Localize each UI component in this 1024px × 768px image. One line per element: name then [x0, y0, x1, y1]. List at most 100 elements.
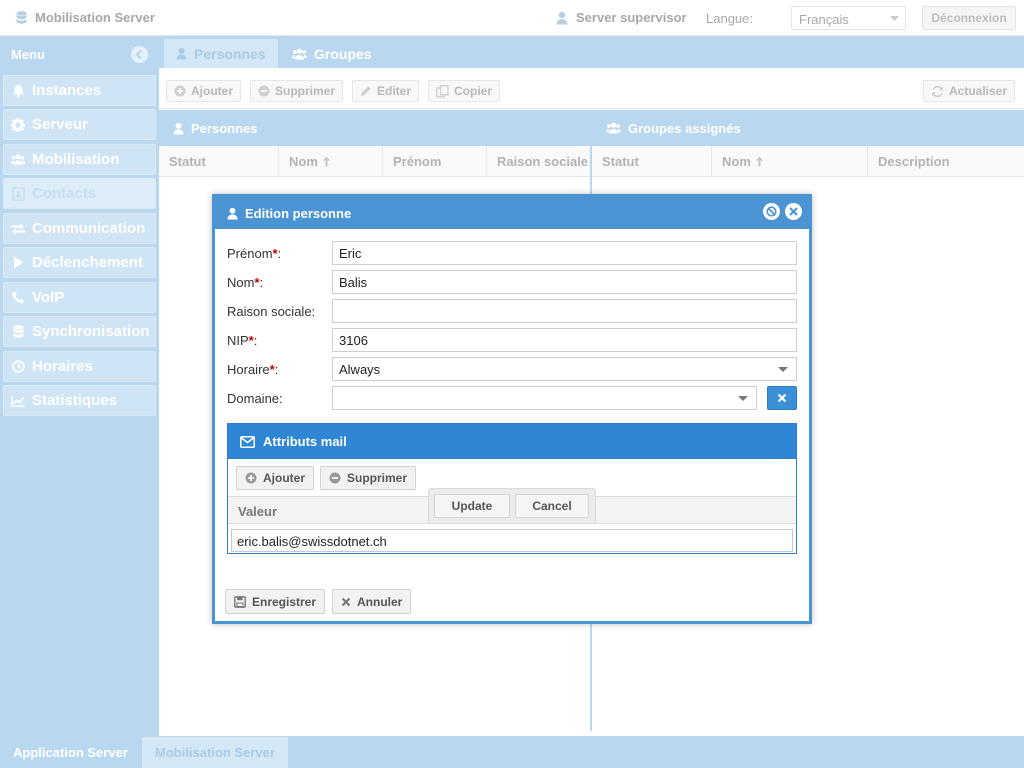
bottom-tab-application-server[interactable]: Application Server	[0, 737, 141, 768]
floppy-disk-icon	[234, 595, 246, 608]
add-label: Ajouter	[191, 84, 233, 98]
bottom-tab-mobilisation-server[interactable]: Mobilisation Server	[142, 737, 288, 768]
nom-label: Nom*:	[227, 275, 264, 290]
sidebar-item-instances[interactable]: Instances	[3, 75, 156, 106]
sidebar-item-label: Mobilisation	[32, 151, 120, 168]
dialog-maximize-button[interactable]	[763, 203, 780, 220]
sidebar-item-serveur[interactable]: Serveur	[3, 109, 156, 140]
cancel-button[interactable]: Annuler	[332, 589, 412, 614]
mail-delete-button[interactable]: Supprimer	[320, 466, 417, 490]
users-icon	[11, 153, 25, 167]
address-book-icon	[11, 186, 25, 201]
plus-circle-icon	[245, 472, 257, 484]
sidebar-item-label: Serveur	[32, 116, 88, 133]
horaire-value: Always	[339, 362, 381, 377]
caret-down-icon	[778, 367, 788, 372]
caret-down-icon	[738, 396, 748, 401]
refresh-button[interactable]: Actualiser	[923, 80, 1016, 102]
sidebar-item-communication[interactable]: Communication	[3, 213, 156, 244]
domaine-select[interactable]	[332, 386, 757, 410]
mail-attributes-header: Attributs mail	[228, 424, 796, 459]
copy-label: Copier	[454, 84, 493, 98]
save-label: Enregistrer	[252, 594, 317, 609]
add-button[interactable]: Ajouter	[166, 80, 241, 102]
sidebar-item-label: VoIP	[32, 289, 65, 306]
column-header-prenom[interactable]: Prénom	[383, 146, 487, 177]
language-value: Français	[799, 12, 849, 27]
groups-panel-header: Groupes assignés	[592, 110, 1024, 146]
mail-add-button[interactable]: Ajouter	[236, 466, 314, 490]
raison-sociale-field[interactable]	[332, 299, 797, 323]
collapse-menu-button[interactable]	[131, 46, 148, 63]
refresh-icon	[931, 85, 944, 98]
language-select[interactable]: Français	[791, 6, 906, 30]
plus-circle-icon	[174, 85, 186, 97]
play-icon	[11, 256, 25, 270]
expand-icon	[766, 206, 777, 217]
domaine-label: Domaine:	[227, 391, 283, 406]
column-header-nom[interactable]: Nom	[279, 146, 383, 177]
user-icon	[556, 11, 568, 25]
app-title-text: Mobilisation Server	[35, 10, 155, 25]
mail-value-input[interactable]: eric.balis@swissdotnet.ch	[231, 529, 793, 552]
column-header-nom[interactable]: Nom	[712, 146, 868, 177]
tab-groupes[interactable]: Groupes	[280, 39, 384, 68]
edit-label: Editer	[377, 84, 412, 98]
delete-button[interactable]: Supprimer	[250, 80, 344, 102]
sidebar-item-voip[interactable]: VoIP	[3, 282, 156, 313]
column-header-statut[interactable]: Statut	[592, 146, 712, 177]
sidebar-item-mobilisation[interactable]: Mobilisation	[3, 144, 156, 175]
column-header-statut[interactable]: Statut	[159, 146, 279, 177]
user-icon	[227, 207, 238, 220]
mail-delete-label: Supprimer	[347, 471, 408, 485]
column-header-description[interactable]: Description	[868, 146, 1024, 177]
sidebar-item-label: Statistiques	[32, 392, 118, 409]
horaire-label: Horaire*:	[227, 362, 279, 377]
close-icon	[341, 597, 351, 607]
tab-personnes[interactable]: Personnes	[164, 39, 278, 68]
dialog-title: Edition personne	[245, 205, 352, 221]
chart-line-icon	[11, 394, 25, 408]
sidebar-item-label: Déclenchement	[32, 254, 143, 271]
cancel-edit-button[interactable]: Cancel	[515, 494, 589, 518]
persons-panel-header: Personnes	[159, 110, 590, 146]
sidebar-item-label: Communication	[32, 220, 146, 237]
app-title: Mobilisation Server	[16, 10, 155, 25]
exchange-icon	[11, 222, 25, 236]
horaire-select[interactable]: Always	[332, 357, 797, 381]
column-header-valeur[interactable]: Valeur	[238, 504, 277, 519]
user-name: Server supervisor	[576, 10, 687, 25]
sidebar-item-statistiques[interactable]: Statistiques	[3, 385, 156, 416]
pencil-icon	[360, 85, 372, 97]
column-header-raison-sociale[interactable]: Raison sociale	[487, 146, 590, 177]
sidebar-item-contacts[interactable]: Contacts	[3, 178, 156, 209]
clear-domaine-button[interactable]	[767, 386, 797, 410]
close-icon	[789, 207, 798, 216]
users-icon	[606, 122, 621, 134]
sidebar-item-synchronisation[interactable]: Synchronisation	[3, 316, 156, 347]
dialog-close-button[interactable]	[785, 203, 802, 220]
prenom-field[interactable]: Eric	[332, 241, 797, 265]
save-button[interactable]: Enregistrer	[225, 589, 326, 614]
dialog-header[interactable]: Edition personne	[215, 197, 809, 229]
user-icon	[176, 47, 187, 60]
sidebar-item-label: Contacts	[32, 185, 97, 202]
update-button[interactable]: Update	[434, 494, 510, 518]
edit-button[interactable]: Editer	[352, 80, 420, 102]
chevron-left-icon	[131, 49, 148, 60]
sidebar-item-horaires[interactable]: Horaires	[3, 351, 156, 382]
menu-title: Menu	[11, 47, 45, 62]
raison-sociale-label: Raison sociale:	[227, 304, 316, 319]
clock-icon	[11, 360, 25, 374]
envelope-icon	[240, 435, 255, 448]
cancel-label: Annuler	[357, 594, 403, 609]
bell-icon	[11, 84, 25, 98]
nip-field[interactable]: 3106	[332, 328, 797, 352]
mail-add-label: Ajouter	[263, 471, 305, 485]
sidebar-item-declenchement[interactable]: Déclenchement	[3, 247, 156, 278]
database-icon	[16, 10, 27, 25]
tab-label: Groupes	[314, 45, 372, 62]
logout-button[interactable]: Déconnexion	[922, 6, 1016, 30]
nom-field[interactable]: Balis	[332, 270, 797, 294]
copy-button[interactable]: Copier	[428, 80, 501, 102]
